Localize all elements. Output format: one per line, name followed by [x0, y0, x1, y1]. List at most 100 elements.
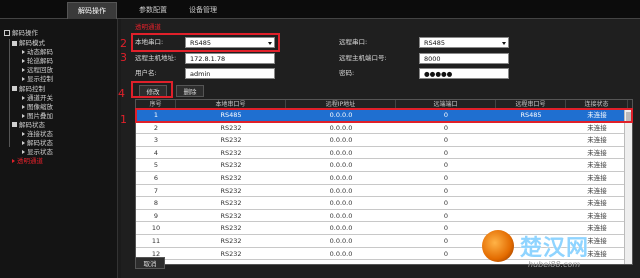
table-cell: 5: [153, 161, 159, 170]
sidebar-item[interactable]: 显示控制: [22, 75, 53, 84]
sidebar-item-label: 解码状态: [27, 139, 53, 148]
arrow-right-icon: [22, 113, 25, 118]
table-cell: [496, 186, 566, 197]
expand-icon: [12, 122, 17, 128]
sidebar-item-label: 透明通道: [17, 157, 43, 166]
username-input[interactable]: admin: [185, 68, 275, 79]
table-row[interactable]: 4 RS232 0.0.0.0 0 未连接: [136, 148, 626, 160]
section-title: 透明通道: [135, 23, 161, 31]
sidebar-item[interactable]: 动态解码: [22, 48, 53, 57]
tree-root[interactable]: 解码操作: [4, 29, 38, 38]
table-cell: [496, 173, 566, 184]
delete-button[interactable]: 删除: [176, 85, 204, 97]
table-cell: RS232: [220, 199, 242, 208]
sidebar-item-label: 解码模式: [19, 39, 45, 47]
table-cell: 2: [153, 123, 159, 132]
table-cell: 0.0.0.0: [329, 249, 353, 258]
table-cell: [496, 198, 566, 209]
sidebar-item[interactable]: 解码状态: [22, 139, 53, 148]
table-cell: [496, 135, 566, 146]
table-cell: 9: [153, 211, 159, 220]
arrow-right-icon: [22, 68, 25, 73]
cancel-button[interactable]: 取消: [135, 257, 165, 269]
remote-port-select[interactable]: RS485: [419, 37, 509, 48]
table-cell: RS232: [220, 174, 242, 182]
table-cell: 未连接: [587, 174, 607, 182]
password-input[interactable]: ●●●●●: [419, 68, 509, 79]
callout-4: 4: [118, 87, 125, 100]
sidebar-item-label: 动态解码: [27, 48, 53, 57]
password-label: 密码:: [339, 69, 355, 77]
table-cell: 未连接: [587, 148, 607, 157]
arrow-right-icon: [12, 159, 15, 164]
table-cell: 8: [153, 199, 159, 208]
sidebar-item[interactable]: 透明通道: [12, 157, 43, 166]
sidebar-item[interactable]: 图像缩放: [22, 103, 53, 112]
table-cell: 0: [443, 123, 449, 132]
table-row[interactable]: 9 RS232 0.0.0.0 0 未连接: [136, 211, 626, 223]
chevron-down-icon: [502, 42, 506, 45]
table-cell: RS232: [220, 186, 242, 195]
sidebar-item-label: 连接状态: [27, 130, 53, 138]
sidebar-tree: 解码操作 解码模式 动态解码 轮巡解码 远程回放 显示控制 解码控制 通道开关 图像缩放 图片叠…: [0, 19, 118, 278]
arrow-right-icon: [22, 50, 25, 55]
remote-host-label: 远程主机地址:: [135, 54, 177, 62]
watermark-logo-icon: [482, 230, 514, 262]
tab-decode-operation[interactable]: 解码操作: [67, 2, 117, 19]
sidebar-item[interactable]: 连接状态: [22, 130, 53, 139]
sidebar-item[interactable]: 解码模式: [12, 39, 45, 48]
table-row[interactable]: 7 RS232 0.0.0.0 0 未连接: [136, 186, 626, 198]
sidebar-item-label: 图像缩放: [27, 102, 53, 111]
sidebar-item[interactable]: 显示状态: [22, 148, 53, 157]
remote-host-port-label: 远程主机端口号:: [339, 54, 387, 62]
arrow-right-icon: [22, 95, 25, 100]
tab-device-management[interactable]: 设备管理: [183, 2, 223, 19]
table-cell: 0.0.0.0: [329, 237, 353, 245]
table-row[interactable]: 8 RS232 0.0.0.0 0 未连接: [136, 198, 626, 210]
table-cell: RS232: [220, 237, 242, 245]
table-cell: 0: [443, 186, 449, 195]
table-cell: [496, 160, 566, 171]
sidebar-item-label: 图片叠加: [27, 111, 53, 120]
table-cell: 0.0.0.0: [329, 161, 353, 170]
sidebar-item[interactable]: 图片叠加: [22, 112, 53, 121]
annotation-box-local-port: [131, 33, 280, 52]
table-cell: 6: [153, 174, 159, 182]
app-window: 解码操作 参数配置 设备管理 解码操作 解码模式 动态解码 轮巡解码 远程回放 显示控制…: [0, 0, 640, 278]
tab-param-config[interactable]: 参数配置: [133, 2, 173, 19]
annotation-box-modify: [131, 81, 173, 98]
table-row[interactable]: 5 RS232 0.0.0.0 0 未连接: [136, 160, 626, 172]
sidebar-item-label: 轮巡解码: [27, 57, 53, 66]
sidebar-item[interactable]: 通道开关: [22, 94, 53, 103]
sidebar-item[interactable]: 轮巡解码: [22, 57, 53, 66]
sidebar-item[interactable]: 远程回放: [22, 66, 53, 75]
sidebar-item-label: 显示控制: [27, 75, 53, 84]
remote-host-port-input[interactable]: 8000: [419, 53, 509, 64]
callout-2: 2: [120, 37, 127, 50]
callout-3: 3: [120, 51, 127, 64]
table-row[interactable]: 3 RS232 0.0.0.0 0 未连接: [136, 135, 626, 147]
table-row[interactable]: 2 RS232 0.0.0.0 0 未连接: [136, 123, 626, 135]
table-row[interactable]: 6 RS232 0.0.0.0 0 未连接: [136, 173, 626, 185]
arrow-right-icon: [22, 104, 25, 109]
tree-line: [9, 39, 10, 147]
sidebar-item[interactable]: 解码控制: [12, 85, 45, 94]
table-cell: RS232: [220, 123, 242, 132]
expand-icon: [12, 86, 17, 91]
annotation-box-first-row: [135, 108, 633, 123]
remote-host-input[interactable]: 172.8.1.78: [185, 53, 275, 64]
table-cell: RS232: [220, 224, 242, 233]
callout-1: 1: [120, 113, 127, 126]
watermark: 楚汉网 hubei88.com: [480, 228, 640, 278]
table-cell: 0.0.0.0: [329, 148, 353, 157]
sidebar-item[interactable]: 解码状态: [12, 121, 45, 130]
table-cell: 10: [151, 224, 161, 233]
table-cell: 0: [443, 148, 449, 157]
arrow-right-icon: [22, 141, 25, 146]
sidebar-item-label: 解码控制: [19, 84, 45, 93]
sidebar-item-label: 显示状态: [27, 148, 53, 157]
table-cell: 4: [153, 148, 159, 157]
sidebar-item-label: 通道开关: [27, 93, 53, 102]
table-cell: RS232: [220, 148, 242, 157]
table-cell: RS232: [220, 211, 242, 220]
